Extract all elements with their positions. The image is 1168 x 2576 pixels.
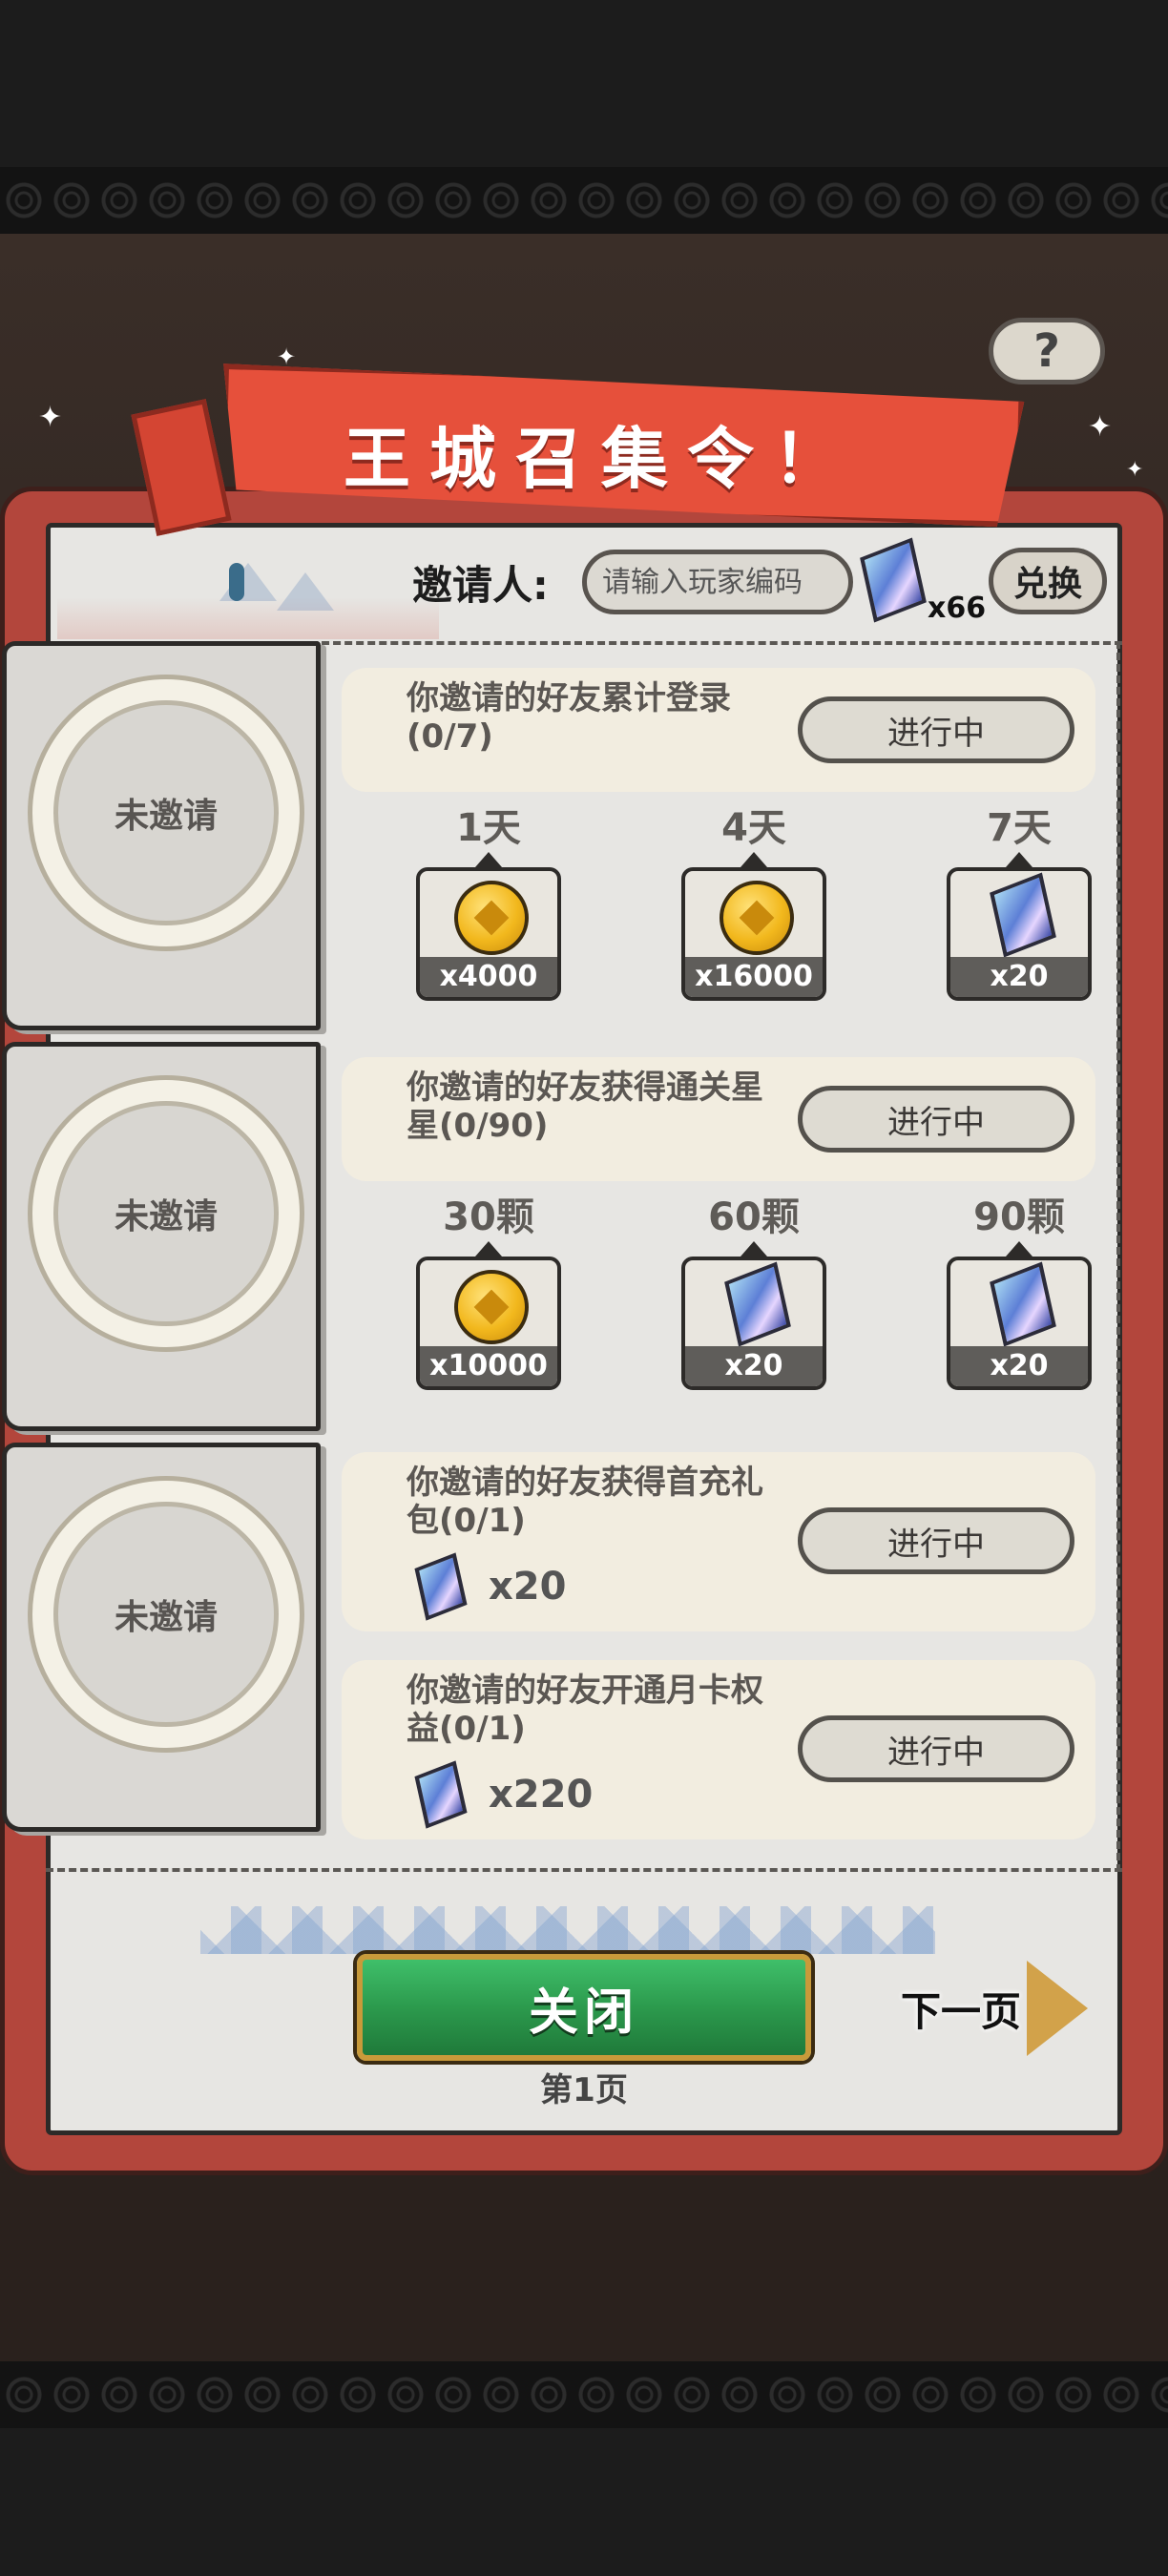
tier-caret xyxy=(1006,1241,1032,1257)
page-title: 王城召集令！ xyxy=(344,419,859,498)
invite-slot-status: 未邀请 xyxy=(53,1101,279,1326)
task-status-button[interactable]: 进行中 xyxy=(798,1507,1074,1574)
next-page-label: 下一页 xyxy=(901,1987,1022,2035)
reward-count: x220 xyxy=(489,1773,594,1817)
invite-slot-status: 未邀请 xyxy=(53,1502,279,1727)
tier-caret xyxy=(1006,852,1032,867)
task-title: 你邀请的好友累计登录(0/7) xyxy=(407,679,731,756)
invite-slot[interactable]: 未邀请 xyxy=(2,1443,321,1832)
reward-tier[interactable]: 4天 x16000 xyxy=(678,804,830,1001)
crystal-icon xyxy=(414,1552,468,1621)
invite-slot-ring: 未邀请 xyxy=(28,1075,304,1352)
reward-count: x10000 xyxy=(420,1346,557,1386)
reward-count: x20 xyxy=(950,957,1088,997)
task-title: 你邀请的好友获得首充礼包(0/1) xyxy=(407,1464,763,1540)
tasks-area-border xyxy=(1116,641,1120,1872)
tier-label: 7天 xyxy=(987,806,1052,850)
next-page-button[interactable]: 下一页 xyxy=(901,1956,1111,2061)
reward-box: x16000 xyxy=(681,867,826,1001)
reward-tier[interactable]: 60颗 x20 xyxy=(678,1194,830,1390)
page-indicator: 第1页 xyxy=(540,2071,628,2109)
invite-slot-ring: 未邀请 xyxy=(28,675,304,951)
tier-caret xyxy=(475,852,502,867)
bottom-pattern-band xyxy=(0,2361,1168,2428)
task-status-button[interactable]: 进行中 xyxy=(798,696,1074,763)
invite-slot[interactable]: 未邀请 xyxy=(2,1042,321,1431)
coin-icon xyxy=(454,1270,529,1344)
tier-caret xyxy=(475,1241,502,1257)
reward-tier[interactable]: 7天 x20 xyxy=(943,804,1095,1001)
crystal-icon xyxy=(990,872,1056,958)
task-title: 你邀请的好友开通月卡权益(0/1) xyxy=(407,1672,763,1748)
task-card-stars: 你邀请的好友获得通关星星(0/90) 进行中 xyxy=(342,1057,1095,1181)
reward-count: x16000 xyxy=(685,957,823,997)
invite-slot[interactable]: 未邀请 xyxy=(2,641,321,1030)
mountain-decoration xyxy=(200,1906,935,1954)
top-pattern-band xyxy=(0,167,1168,234)
task-status-button[interactable]: 进行中 xyxy=(798,1086,1074,1153)
reward-box: x10000 xyxy=(416,1257,561,1390)
sparkle-icon: ✦ xyxy=(38,401,63,434)
question-icon: ? xyxy=(1033,324,1060,378)
inviter-code-input[interactable] xyxy=(582,550,853,614)
reward-tier[interactable]: 1天 x4000 xyxy=(412,804,565,1001)
tier-label: 30颗 xyxy=(443,1195,534,1239)
reward-box: x20 xyxy=(947,867,1092,1001)
task-reward: x220 xyxy=(414,1760,594,1829)
tier-label: 60颗 xyxy=(708,1195,800,1239)
task-reward: x20 xyxy=(414,1552,567,1621)
tier-caret xyxy=(740,852,767,867)
arrow-right-icon xyxy=(1027,1961,1089,2056)
task-title: 你邀请的好友获得通关星星(0/90) xyxy=(407,1069,763,1145)
tier-label: 4天 xyxy=(721,806,786,850)
landscape-decoration xyxy=(57,534,439,639)
close-button[interactable]: 关闭 xyxy=(357,1954,811,2061)
sparkle-icon: ✦ xyxy=(1088,410,1113,444)
sparkle-icon: ✦ xyxy=(1126,458,1144,482)
reward-tier[interactable]: 90颗 x20 xyxy=(943,1194,1095,1390)
reward-count: x4000 xyxy=(420,957,557,997)
tier-label: 90颗 xyxy=(973,1195,1065,1239)
reward-box: x20 xyxy=(681,1257,826,1390)
reward-count: x20 xyxy=(950,1346,1088,1386)
help-button[interactable]: ? xyxy=(989,318,1105,384)
reward-count: x20 xyxy=(685,1346,823,1386)
invite-slot-status: 未邀请 xyxy=(53,700,279,925)
crystal-icon xyxy=(724,1261,791,1347)
coin-icon xyxy=(720,881,794,955)
invite-slot-ring: 未邀请 xyxy=(28,1476,304,1753)
task-card-first-recharge: 你邀请的好友获得首充礼包(0/1) 进行中 x20 xyxy=(342,1452,1095,1631)
coin-icon xyxy=(454,881,529,955)
tier-label: 1天 xyxy=(456,806,521,850)
inviter-label: 邀请人: xyxy=(412,561,549,609)
reward-tier[interactable]: 30颗 x10000 xyxy=(412,1194,565,1390)
task-status-button[interactable]: 进行中 xyxy=(798,1715,1074,1782)
top-letterbox xyxy=(0,0,1168,167)
task-card-login: 你邀请的好友累计登录(0/7) 进行中 xyxy=(342,668,1095,792)
reward-count: x20 xyxy=(489,1565,567,1609)
crystal-balance: x66 xyxy=(928,592,987,625)
crystal-icon xyxy=(990,1261,1056,1347)
tier-caret xyxy=(740,1241,767,1257)
reward-box: x20 xyxy=(947,1257,1092,1390)
crystal-icon xyxy=(414,1760,468,1829)
reward-box: x4000 xyxy=(416,867,561,1001)
bottom-letterbox xyxy=(0,2428,1168,2576)
task-card-monthly-card: 你邀请的好友开通月卡权益(0/1) 进行中 x220 xyxy=(342,1660,1095,1839)
exchange-button[interactable]: 兑换 xyxy=(989,548,1107,614)
sparkle-icon: ✦ xyxy=(277,343,297,370)
